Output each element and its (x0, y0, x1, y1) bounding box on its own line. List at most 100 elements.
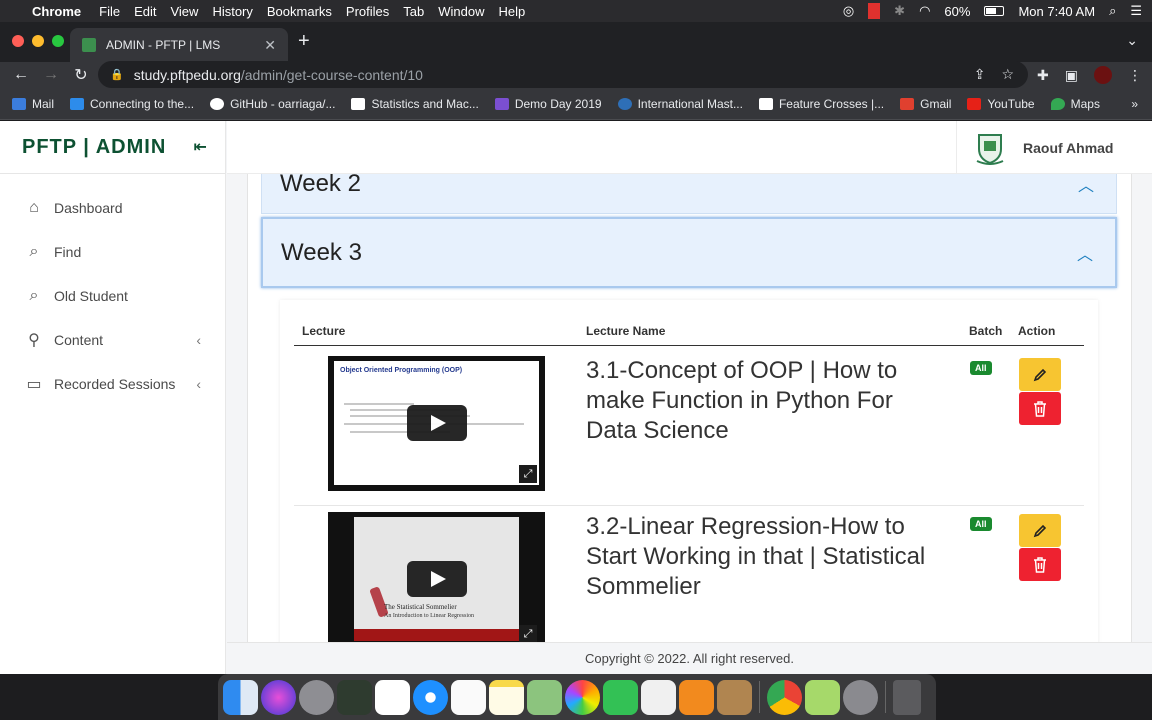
news-icon[interactable] (641, 679, 676, 715)
column-header: Action (1018, 324, 1056, 338)
sidebar-item-old-student[interactable]: ⌕ Old Student (0, 274, 225, 318)
edit-button[interactable] (1019, 514, 1061, 547)
delete-button[interactable] (1019, 392, 1061, 425)
reload-icon[interactable]: ↻ (72, 65, 90, 85)
play-button[interactable] (407, 561, 467, 597)
address-bar[interactable]: 🔒 study.pftpedu.org/admin/get-course-con… (98, 61, 1028, 88)
calendar-icon[interactable] (375, 679, 410, 715)
facetime-icon[interactable] (603, 679, 638, 715)
collapse-sidebar-icon[interactable]: ⇤ (194, 137, 207, 157)
archive-utility-icon[interactable] (717, 679, 752, 715)
list-icon (494, 97, 509, 110)
bookmark-maps[interactable]: Maps (1050, 97, 1100, 111)
file-app-icon[interactable] (805, 679, 840, 715)
zoom-window-button[interactable] (52, 35, 64, 47)
chrome-icon[interactable] (767, 679, 802, 715)
lock-icon[interactable]: 🔒 (110, 68, 124, 81)
safari-icon[interactable] (413, 679, 448, 715)
share-icon[interactable]: ⇪ (974, 66, 986, 83)
menu-profiles[interactable]: Profiles (346, 4, 389, 19)
battery-icon[interactable] (984, 6, 1005, 16)
brand-title[interactable]: PFTP | ADMIN (22, 136, 166, 159)
fullscreen-icon[interactable]: ⤢ (519, 465, 537, 483)
play-button[interactable] (407, 405, 467, 441)
spotlight-icon[interactable]: ⌕ (1109, 3, 1116, 19)
pencil-icon (1033, 524, 1047, 537)
profile-avatar[interactable] (1094, 66, 1112, 84)
table-row: The Statistical Sommelier An Introductio… (294, 506, 1084, 642)
delete-button[interactable] (1019, 548, 1061, 581)
sidebar-item-content[interactable]: ⚲ Content ‹ (0, 318, 225, 362)
menu-bookmarks[interactable]: Bookmarks (267, 4, 332, 19)
chevron-up-icon[interactable]: ︿ (1078, 174, 1094, 196)
trash-icon[interactable] (893, 679, 921, 715)
bookmark-gmail[interactable]: Gmail (900, 97, 951, 111)
news-app-icon[interactable] (337, 679, 372, 715)
maps-app-icon[interactable] (527, 679, 562, 715)
finder-icon[interactable] (223, 679, 258, 715)
battery-percent[interactable]: 60% (944, 4, 970, 19)
system-preferences-icon[interactable] (843, 679, 878, 715)
bookmark-github[interactable]: GitHub - oarriaga/... (210, 97, 335, 111)
bookmark-international[interactable]: International Mast... (617, 97, 743, 111)
trash-icon (1034, 556, 1046, 573)
menu-file[interactable]: File (99, 4, 120, 19)
column-header: Lecture Name (586, 324, 666, 338)
menu-view[interactable]: View (170, 4, 198, 19)
bluetooth-icon[interactable]: ✱ (894, 3, 905, 19)
browser-tab-active[interactable]: ADMIN - PFTP | LMS ✕ (70, 28, 288, 62)
bookmark-star-icon[interactable]: ☆ (1001, 66, 1014, 83)
clock[interactable]: Mon 7:40 AM (1018, 4, 1095, 19)
menu-app-name[interactable]: Chrome (32, 4, 81, 19)
wifi-icon[interactable]: ◠ (919, 3, 930, 19)
week-title: Week 2 (280, 174, 361, 197)
creative-cloud-icon[interactable]: ◎ (843, 3, 854, 19)
reminders-icon[interactable] (451, 679, 486, 715)
bookmarks-bar: Mail Connecting to the... GitHub - oarri… (0, 88, 1152, 120)
tab-search-chevron-icon[interactable]: ⌄ (1126, 32, 1138, 49)
menu-history[interactable]: History (212, 4, 252, 19)
new-tab-icon[interactable]: + (298, 30, 310, 53)
back-arrow-icon[interactable]: ← (12, 66, 30, 84)
video-player[interactable]: The Statistical Sommelier An Introductio… (328, 512, 545, 642)
sidebar-item-recorded-sessions[interactable]: ▭ Recorded Sessions ‹ (0, 362, 225, 406)
sidebar-item-dashboard[interactable]: ⌂ Dashboard (0, 186, 225, 230)
chrome-menu-icon[interactable]: ⋮ (1128, 67, 1142, 84)
app-store-icon (70, 97, 85, 110)
bookmark-mail[interactable]: Mail (12, 97, 54, 111)
site-icon (617, 97, 632, 110)
bookmark-feature-crosses[interactable]: Feature Crosses |... (758, 97, 884, 111)
siri-icon[interactable] (261, 679, 296, 715)
site-favicon-icon (82, 38, 96, 52)
chevron-up-icon[interactable]: ︿ (1077, 241, 1093, 265)
status-app-icon[interactable] (868, 3, 881, 19)
notes-icon[interactable] (489, 679, 524, 715)
user-menu[interactable]: Raouf Ahmad (956, 121, 1152, 174)
bookmark-statistics[interactable]: Statistics and Mac... (351, 97, 479, 111)
bookmark-demo-day[interactable]: Demo Day 2019 (494, 97, 602, 111)
more-bookmarks-icon[interactable]: » (1131, 97, 1138, 111)
sidepanel-icon[interactable]: ▣ (1065, 67, 1078, 84)
extensions-puzzle-icon[interactable]: ✚ (1037, 67, 1049, 84)
menu-window[interactable]: Window (438, 4, 484, 19)
sidebar-item-find[interactable]: ⌕ Find (0, 230, 225, 274)
fullscreen-icon[interactable]: ⤢ (519, 625, 537, 642)
photos-icon[interactable] (565, 679, 600, 715)
menu-help[interactable]: Help (499, 4, 526, 19)
bookmark-connecting[interactable]: Connecting to the... (70, 97, 194, 111)
week-accordion-header[interactable]: Week 2 ︿ (261, 174, 1117, 214)
close-window-button[interactable] (12, 35, 24, 47)
forward-arrow-icon[interactable]: → (42, 66, 60, 84)
bookmark-youtube[interactable]: YouTube (967, 97, 1035, 111)
minimize-window-button[interactable] (32, 35, 44, 47)
menu-tab[interactable]: Tab (403, 4, 424, 19)
control-center-icon[interactable]: ☰ (1130, 3, 1142, 19)
books-icon[interactable] (679, 679, 714, 715)
tab-close-icon[interactable]: ✕ (264, 37, 276, 54)
edit-button[interactable] (1019, 358, 1061, 391)
video-player[interactable]: Object Oriented Programming (OOP) ⤢ (328, 356, 545, 491)
launchpad-icon[interactable] (299, 679, 334, 715)
week-accordion-header[interactable]: Week 3 ︿ (261, 217, 1117, 288)
search-icon: ⌕ (29, 287, 39, 304)
menu-edit[interactable]: Edit (134, 4, 156, 19)
